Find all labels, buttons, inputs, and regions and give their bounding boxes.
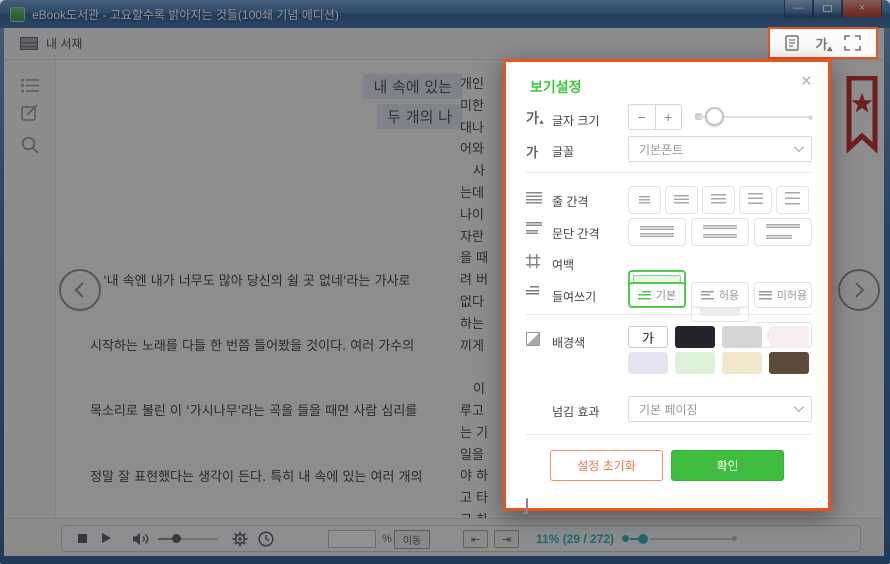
line-spacing-label: 줄 간격 (552, 193, 588, 210)
indent-default-label: 기본 (656, 287, 676, 303)
indent-disallow-label: 미허용 (777, 287, 807, 303)
line-spacing-2-icon (674, 195, 689, 205)
font-family-label: 글꼴 (552, 143, 574, 160)
indent-default-icon (638, 291, 651, 300)
paragraph-spacing-1-icon (640, 226, 674, 238)
background-color-icon (526, 332, 540, 346)
paragraph-spacing-icon (526, 222, 542, 235)
indent-allow-icon (701, 291, 714, 300)
line-spacing-option-2[interactable] (665, 186, 698, 214)
font-size-stepper: − + (628, 104, 682, 130)
reset-settings-button[interactable]: 설정 초기화 (550, 450, 663, 481)
indent-allow-label: 허용 (719, 287, 739, 303)
bg-color-swatch-dark[interactable] (675, 326, 715, 348)
font-settings-icon[interactable]: 가 (816, 34, 828, 53)
divider (526, 314, 812, 315)
bg-color-swatch-green[interactable] (675, 352, 715, 374)
paragraph-spacing-option-3[interactable] (754, 218, 812, 246)
panel-close-icon[interactable]: × (801, 71, 812, 93)
font-size-icon: 가 (526, 110, 539, 126)
page-turn-effect-icon (526, 498, 528, 514)
font-size-label: 글자 크기 (552, 112, 600, 129)
font-size-slider-knob[interactable] (705, 107, 724, 126)
indent-option-default[interactable]: 기본 (628, 282, 686, 308)
line-spacing-icon (526, 192, 542, 204)
line-spacing-5-icon (785, 192, 800, 208)
margin-icon (526, 254, 540, 268)
confirm-button[interactable]: 확인 (671, 450, 784, 481)
paragraph-spacing-2-icon (703, 225, 737, 239)
font-size-decrease-button[interactable]: − (629, 105, 656, 129)
bg-color-swatch-pink[interactable] (769, 326, 809, 348)
font-family-value: 기본폰트 (639, 141, 683, 158)
line-spacing-4-icon (748, 193, 763, 207)
font-size-slider-max-dot (808, 115, 813, 120)
bg-color-swatch-lavender[interactable] (628, 352, 668, 374)
indent-option-allow[interactable]: 허용 (691, 282, 749, 308)
line-spacing-3-icon (711, 194, 726, 206)
bg-color-swatch-cream[interactable] (722, 352, 762, 374)
panel-title: 보기설정 (530, 77, 582, 97)
indent-icon (526, 286, 539, 295)
line-spacing-option-5[interactable] (776, 186, 809, 214)
paragraph-spacing-option-2[interactable] (691, 218, 749, 246)
indent-label: 들여쓰기 (552, 288, 596, 305)
paragraph-spacing-label: 문단 간격 (552, 225, 600, 242)
font-size-increase-button[interactable]: + (656, 105, 682, 129)
paragraph-spacing-3-icon (766, 224, 800, 240)
view-settings-panel: 보기설정 × 가 글자 크기 − + 가 글꼴 기본폰트 줄 간격 문단 간격 (503, 59, 831, 511)
chevron-down-icon (794, 402, 804, 412)
indent-disallow-icon (759, 291, 772, 300)
page-turn-effect-value: 기본 페이징 (639, 401, 698, 418)
indent-option-disallow[interactable]: 미허용 (754, 282, 812, 308)
line-spacing-1-icon (639, 196, 650, 204)
line-spacing-option-1[interactable] (628, 186, 661, 214)
app-window: eBook도서관 - 고요할수록 밝아지는 것들(100쇄 기념 에디션) — … (0, 0, 890, 564)
bg-color-swatch-gray[interactable] (722, 326, 762, 348)
page-turn-effect-dropdown[interactable]: 기본 페이징 (628, 396, 812, 422)
font-family-dropdown[interactable]: 기본폰트 (628, 136, 812, 162)
chevron-down-icon (794, 142, 804, 152)
cursor-mark (827, 46, 835, 54)
divider (526, 434, 812, 435)
line-spacing-option-4[interactable] (739, 186, 772, 214)
page-turn-effect-label: 넘김 효과 (552, 403, 600, 420)
line-spacing-option-3[interactable] (702, 186, 735, 214)
font-family-icon: 가 (526, 142, 538, 161)
bg-color-swatch-white[interactable]: 가 (628, 326, 668, 348)
divider (526, 172, 812, 173)
fullscreen-icon[interactable] (844, 35, 861, 51)
bg-color-swatch-brown[interactable] (769, 352, 809, 374)
paragraph-spacing-option-1[interactable] (628, 218, 686, 246)
page-view-icon[interactable] (785, 35, 799, 51)
margin-label: 여백 (552, 256, 574, 273)
background-color-label: 배경색 (552, 334, 585, 351)
view-tools-highlight-box: 가 (768, 27, 878, 59)
